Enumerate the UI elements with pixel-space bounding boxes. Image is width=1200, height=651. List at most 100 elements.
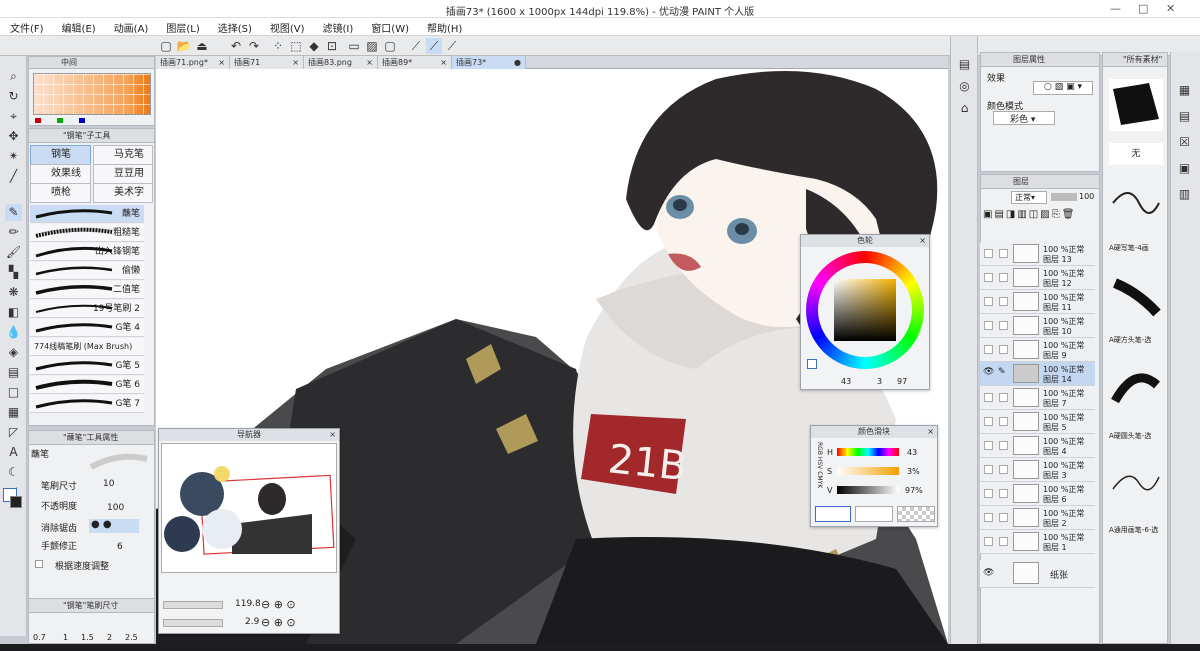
- brush-item[interactable]: 19号笔刷 2: [30, 300, 144, 318]
- layer-row[interactable]: 100 %正常 图层 4: [980, 434, 1095, 458]
- menu-select[interactable]: 选择(S): [208, 18, 260, 35]
- move-layer-icon[interactable]: ✥: [5, 128, 22, 145]
- layer-row[interactable]: 100 %正常 图层 2: [980, 506, 1095, 530]
- airbrush-icon[interactable]: ▚: [5, 264, 22, 281]
- close-icon[interactable]: ×: [927, 426, 934, 438]
- tab-airbrush[interactable]: 喷枪: [30, 183, 91, 203]
- decoration-icon[interactable]: ❋: [5, 284, 22, 301]
- material-grid-icon[interactable]: ▦: [1176, 82, 1193, 99]
- new-file-icon[interactable]: ▢: [158, 38, 174, 54]
- brush-item[interactable]: 粗糙笔: [30, 224, 144, 242]
- doc-tab[interactable]: 插画83.png ×: [304, 56, 378, 69]
- zoom-icon[interactable]: ⌕: [5, 68, 22, 85]
- eraser-icon[interactable]: ◧: [5, 304, 22, 321]
- layer-row-paper[interactable]: 👁 纸张: [980, 560, 1095, 588]
- menu-filter[interactable]: 滤镜(I): [313, 18, 362, 35]
- auto-action-icon[interactable]: ⌂: [956, 100, 973, 117]
- saturation-value-square[interactable]: [834, 279, 896, 341]
- opacity-slider[interactable]: [1051, 193, 1077, 201]
- menu-layer[interactable]: 图层(L): [156, 18, 207, 35]
- menu-view[interactable]: 视图(V): [260, 18, 313, 35]
- pen-icon[interactable]: ✎: [5, 204, 22, 221]
- brush-item[interactable]: 蘸笔: [30, 205, 144, 223]
- pencil-icon[interactable]: ✏: [5, 224, 22, 241]
- sub-color-swatch[interactable]: [10, 496, 22, 508]
- brush-item[interactable]: G笔 6: [30, 376, 144, 394]
- brush-size-value[interactable]: 10: [103, 479, 114, 489]
- material-thumb[interactable]: [1109, 273, 1163, 319]
- tab-marker[interactable]: 马克笔: [93, 145, 153, 165]
- s-slider[interactable]: [837, 467, 899, 475]
- balloon-icon[interactable]: ☾: [5, 464, 22, 481]
- hue-ring[interactable]: [806, 251, 924, 369]
- layer-row[interactable]: 100 %正常 图层 12: [980, 266, 1095, 290]
- clear-icon[interactable]: ⬚: [288, 38, 304, 54]
- size-preset[interactable]: 1: [63, 633, 68, 642]
- brush-icon[interactable]: 🖌: [5, 244, 22, 261]
- layer-row[interactable]: 100 %正常 图层 3: [980, 458, 1095, 482]
- sub-color-box[interactable]: [855, 506, 893, 522]
- size-preset[interactable]: 2: [107, 633, 112, 642]
- doc-tab-active[interactable]: 插画73* ●: [452, 56, 526, 69]
- ruler-snap-icon[interactable]: ⟋: [408, 38, 424, 54]
- text-icon[interactable]: A: [5, 444, 22, 461]
- deselect-icon[interactable]: ⁘: [270, 38, 286, 54]
- minimize-button[interactable]: —: [1110, 2, 1121, 15]
- tab-art-text[interactable]: 美术字: [93, 183, 153, 203]
- material-thumb[interactable]: [1109, 463, 1163, 503]
- brush-item[interactable]: G笔 5: [30, 357, 144, 375]
- green-swatch[interactable]: [57, 118, 63, 123]
- s-value[interactable]: 3%: [907, 467, 920, 476]
- opacity-value[interactable]: 100: [107, 503, 124, 513]
- material-list-icon[interactable]: ▤: [1176, 108, 1193, 125]
- speed-adjust-checkbox[interactable]: [35, 560, 43, 568]
- tab-doudou-black[interactable]: 豆豆用黑: [93, 164, 153, 197]
- menu-help[interactable]: 帮助(H): [417, 18, 470, 35]
- doc-tab[interactable]: 插画89* ×: [378, 56, 452, 69]
- doc-tab[interactable]: 插画71 ×: [230, 56, 304, 69]
- v-value[interactable]: 97%: [905, 486, 923, 495]
- ruler-icon[interactable]: ◸: [5, 424, 22, 441]
- fill-bucket-icon[interactable]: ◈: [5, 344, 22, 361]
- size-preset[interactable]: 0.7: [33, 633, 46, 642]
- menu-window[interactable]: 窗口(W): [361, 18, 417, 35]
- layer-property-icon[interactable]: ▤: [956, 56, 973, 73]
- h-value[interactable]: 43: [907, 448, 917, 457]
- tab-pen[interactable]: 钢笔: [30, 145, 91, 165]
- effect-buttons[interactable]: ○ ▨ ▣ ▾: [1033, 81, 1093, 95]
- navigator-preview[interactable]: [161, 443, 337, 573]
- blend-icon[interactable]: 💧: [5, 324, 22, 341]
- color-swatch-grid[interactable]: [33, 73, 151, 115]
- material-folder-icon[interactable]: ▥: [1176, 186, 1193, 203]
- tab-effect-line[interactable]: 效果线专用: [30, 164, 91, 197]
- brush-item[interactable]: 774线稿笔刷 (Max Brush): [30, 338, 144, 356]
- auto-select-icon[interactable]: ✴: [5, 148, 22, 165]
- close-button[interactable]: ✕: [1166, 2, 1175, 15]
- menu-edit[interactable]: 编辑(E): [52, 18, 104, 35]
- material-calendar-icon[interactable]: ▣: [1176, 160, 1193, 177]
- main-color-box[interactable]: [815, 506, 851, 522]
- close-icon[interactable]: ×: [919, 235, 926, 247]
- rotate-icon[interactable]: ↻: [5, 88, 22, 105]
- menu-file[interactable]: 文件(F): [0, 18, 52, 35]
- figure-icon[interactable]: □: [5, 384, 22, 401]
- operation-icon[interactable]: ⌖: [5, 108, 22, 125]
- size-preset[interactable]: 1.5: [81, 633, 94, 642]
- red-swatch[interactable]: [35, 118, 41, 123]
- open-file-icon[interactable]: 📂: [176, 38, 192, 54]
- doc-tab[interactable]: 插画71.png* ×: [156, 56, 230, 69]
- transparent-color-box[interactable]: [897, 506, 935, 522]
- main-color-indicator[interactable]: [807, 359, 817, 369]
- rotate-slider[interactable]: [163, 619, 223, 627]
- rotate-value[interactable]: 2.9: [245, 617, 259, 627]
- color-set-tab[interactable]: 中间: [61, 58, 77, 67]
- blue-swatch[interactable]: [79, 118, 85, 123]
- eyedropper-icon[interactable]: ╱: [5, 168, 22, 185]
- material-thumb[interactable]: [1109, 183, 1163, 223]
- color-mode-dropdown[interactable]: 彩色 ▾: [993, 111, 1055, 125]
- blend-mode-dropdown[interactable]: 正常▾: [1011, 191, 1047, 204]
- save-icon[interactable]: ⏏: [194, 38, 210, 54]
- zoom-value[interactable]: 119.8: [235, 599, 261, 609]
- history-icon[interactable]: ◎: [956, 78, 973, 95]
- special-ruler-snap-icon[interactable]: ⟋: [426, 38, 442, 54]
